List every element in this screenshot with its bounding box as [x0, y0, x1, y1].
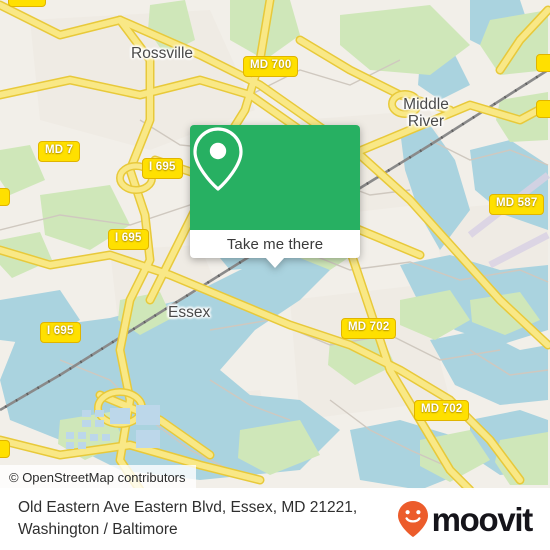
- map-pin-icon: [193, 127, 243, 191]
- road-shield-partial: [8, 0, 46, 7]
- take-me-there-button[interactable]: Take me there: [190, 230, 360, 258]
- road-shield: MD 7: [38, 141, 81, 162]
- moovit-logo[interactable]: moovit: [397, 500, 534, 538]
- road-shield: MD 587: [489, 194, 545, 215]
- road-shield: I 695: [142, 158, 183, 179]
- moovit-map-screenshot: MD 700 MD 7 I 695 I 695 I 695 MD 587 MD …: [0, 0, 550, 550]
- moovit-pin-smiley-icon: [397, 501, 428, 537]
- road-shield: MD 700: [243, 56, 299, 77]
- moovit-wordmark: moovit: [431, 500, 534, 538]
- road-shield: MD 702: [414, 400, 470, 421]
- place-label-rossville: Rossville: [131, 45, 194, 62]
- place-label-essex: Essex: [168, 304, 211, 321]
- road-shield-partial: [536, 54, 550, 72]
- destination-popup[interactable]: Take me there: [190, 125, 360, 268]
- road-shield-partial: [536, 100, 550, 118]
- take-me-there-label: Take me there: [226, 235, 324, 253]
- place-label-middle-river: Middle River: [403, 96, 449, 130]
- address-line-1: Old Eastern Ave Eastern Blvd, Essex, MD …: [18, 499, 358, 516]
- road-shield: I 695: [40, 322, 81, 343]
- road-shield-partial: [0, 188, 10, 206]
- map-canvas[interactable]: MD 700 MD 7 I 695 I 695 I 695 MD 587 MD …: [0, 0, 550, 490]
- road-shield: I 695: [108, 229, 149, 250]
- road-shield: MD 702: [341, 318, 397, 339]
- address-block: Old Eastern Ave Eastern Blvd, Essex, MD …: [18, 497, 357, 541]
- popup-tail: [265, 257, 285, 268]
- road-shield-partial: [0, 440, 10, 458]
- map-attribution[interactable]: © OpenStreetMap contributors: [0, 465, 196, 490]
- popup-header: [190, 125, 360, 230]
- address-line-2: Washington / Baltimore: [18, 521, 178, 538]
- footer-bar: Old Eastern Ave Eastern Blvd, Essex, MD …: [0, 488, 550, 550]
